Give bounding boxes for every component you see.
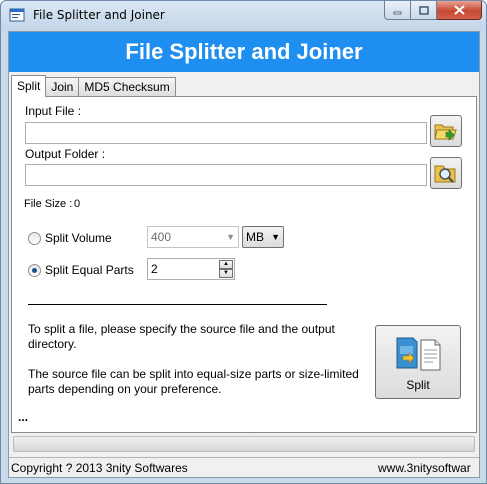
spin-down-button[interactable]: ▼ — [219, 269, 233, 278]
folder-open-icon — [434, 124, 457, 141]
equal-parts-spinner[interactable]: 2 ▲ ▼ — [147, 258, 235, 280]
split-file-icon — [396, 337, 441, 371]
minimize-button[interactable] — [384, 1, 411, 20]
equal-parts-value: 2 — [151, 262, 158, 276]
app-banner: File Splitter and Joiner — [9, 32, 479, 72]
divider-line — [28, 304, 327, 305]
volume-unit-value: MB — [246, 230, 264, 244]
status-bar: Copyright ? 2013 3nity Softwares www.3ni… — [9, 457, 479, 477]
file-size-value: 0 — [74, 198, 81, 210]
file-splitter-icon — [9, 8, 25, 22]
website-link[interactable]: www.3nitysoftwar — [378, 458, 471, 478]
chevron-down-icon: ▼ — [226, 232, 235, 242]
tab-md5-checksum[interactable]: MD5 Checksum — [78, 77, 176, 97]
copyright-text: Copyright ? 2013 3nity Softwares — [11, 461, 188, 475]
volume-size-combo[interactable]: 400 ▼ — [147, 226, 239, 248]
maximize-button[interactable] — [411, 1, 437, 20]
minimize-icon — [393, 11, 402, 14]
info-text-1: To split a file, please specify the sour… — [28, 322, 335, 351]
close-icon — [453, 5, 465, 15]
output-folder-field[interactable] — [25, 164, 427, 186]
tab-split[interactable]: Split — [11, 75, 47, 97]
title-bar[interactable]: File Splitter and Joiner — [1, 1, 486, 31]
maximize-icon — [418, 5, 429, 15]
split-volume-radio[interactable] — [28, 232, 41, 245]
volume-size-value: 400 — [151, 230, 172, 244]
window-title: File Splitter and Joiner — [33, 8, 165, 22]
progress-bar — [13, 436, 475, 452]
browse-input-button[interactable] — [430, 115, 462, 147]
split-equal-parts-radio[interactable] — [28, 264, 41, 277]
ellipsis-text: ... — [18, 410, 29, 424]
app-window: File Splitter and Joiner File Splitter a… — [0, 0, 487, 484]
client-area: File Splitter and Joiner Split Join MD5 … — [8, 31, 480, 478]
file-size-label: File Size : — [24, 198, 73, 210]
input-file-input[interactable] — [26, 123, 426, 143]
volume-unit-select[interactable]: MB ▼ — [242, 226, 284, 248]
split-panel: Input File : Output Folder : File Size:… — [11, 96, 477, 433]
tab-join[interactable]: Join — [45, 77, 80, 97]
split-volume-label[interactable]: Split Volume — [45, 231, 112, 245]
output-folder-label: Output Folder : — [25, 147, 106, 161]
window-controls — [384, 1, 482, 20]
split-equal-parts-label[interactable]: Split Equal Parts — [45, 263, 134, 277]
split-button-label: Split — [406, 378, 430, 392]
info-text-2: The source file can be split into equal-… — [28, 367, 359, 396]
magnifier-folder-icon — [434, 165, 456, 183]
input-file-field[interactable] — [25, 122, 427, 144]
input-file-label: Input File : — [25, 104, 82, 118]
chevron-down-icon: ▼ — [271, 232, 280, 242]
spinner-buttons: ▲ ▼ — [219, 260, 233, 278]
browse-output-button[interactable] — [430, 157, 462, 189]
close-button[interactable] — [437, 1, 482, 20]
spin-up-button[interactable]: ▲ — [219, 260, 233, 269]
tab-strip: Split Join MD5 Checksum — [11, 75, 176, 97]
output-folder-input[interactable] — [26, 165, 426, 185]
split-button[interactable]: Split — [375, 325, 461, 399]
